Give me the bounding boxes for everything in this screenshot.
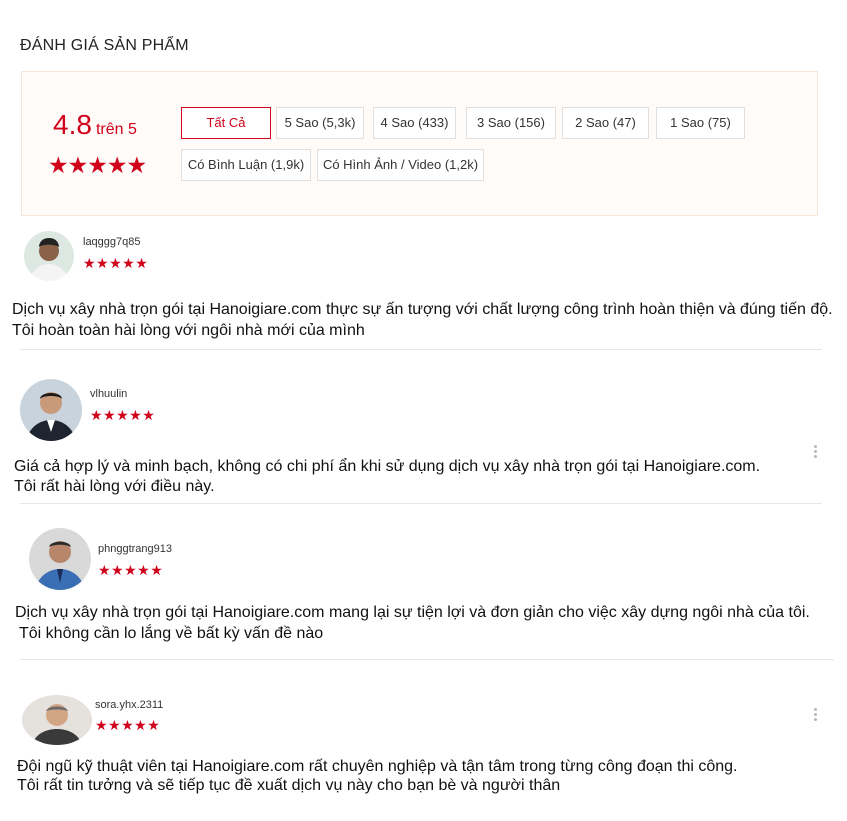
review-stars-icon: ★★★★★ [95,717,161,733]
review-divider [20,349,822,350]
average-score: 4.8 trên 5 [53,109,137,141]
average-stars-icon: ★★★★★ [48,152,147,178]
review-text-line: Giá cả hợp lý và minh bạch, không có chi… [14,458,761,475]
review-text-line: Dịch vụ xây nhà trọn gói tại Hanoigiare.… [15,604,810,621]
score-out-of: trên 5 [95,121,137,138]
filter-2-star-button[interactable]: 2 Sao (47) [562,107,649,139]
review-stars-icon: ★★★★★ [90,407,156,423]
review-username: vlhuulin [90,388,128,400]
avatar[interactable] [24,231,74,281]
filter-with-comments-button[interactable]: Có Bình Luận (1,9k) [181,149,311,181]
review-stars-icon: ★★★★★ [98,562,164,578]
rating-overview: 4.8 trên 5 ★★★★★ Tất Cả 5 Sao (5,3k) 4 Sa… [21,71,818,216]
more-options-icon[interactable] [811,706,821,724]
page-title: ĐÁNH GIÁ SẢN PHẨM [20,37,189,54]
avatar[interactable] [20,379,82,441]
review-text-line: Dịch vụ xây nhà trọn gói tại Hanoigiare.… [12,301,833,318]
score-value: 4.8 [53,109,92,140]
more-options-icon[interactable] [811,443,821,461]
review-text-line: Đội ngũ kỹ thuật viên tại Hanoigiare.com… [17,758,738,775]
filter-4-star-button[interactable]: 4 Sao (433) [373,107,456,139]
review-username: laqggg7q85 [83,236,141,248]
review-text-line: Tôi không cần lo lắng về bất kỳ vấn đề n… [19,625,324,642]
avatar[interactable] [22,695,92,745]
review-divider [20,659,834,660]
filter-3-star-button[interactable]: 3 Sao (156) [466,107,556,139]
filter-1-star-button[interactable]: 1 Sao (75) [656,107,745,139]
review-username: sora.yhx.2311 [95,699,164,711]
review-text-line: Tôi hoàn toàn hài lòng với ngôi nhà mới … [12,322,365,339]
avatar[interactable] [29,528,91,590]
filter-all-button[interactable]: Tất Cả [181,107,271,139]
review-text-line: Tôi rất tin tưởng và sẽ tiếp tục đề xuất… [17,777,561,794]
review-divider [20,503,822,504]
review-username: phnggtrang913 [98,543,173,555]
review-text-line: Tôi rất hài lòng với điều này. [14,478,215,495]
filter-5-star-button[interactable]: 5 Sao (5,3k) [276,107,364,139]
filter-with-media-button[interactable]: Có Hình Ảnh / Video (1,2k) [317,149,484,181]
review-stars-icon: ★★★★★ [83,255,149,271]
